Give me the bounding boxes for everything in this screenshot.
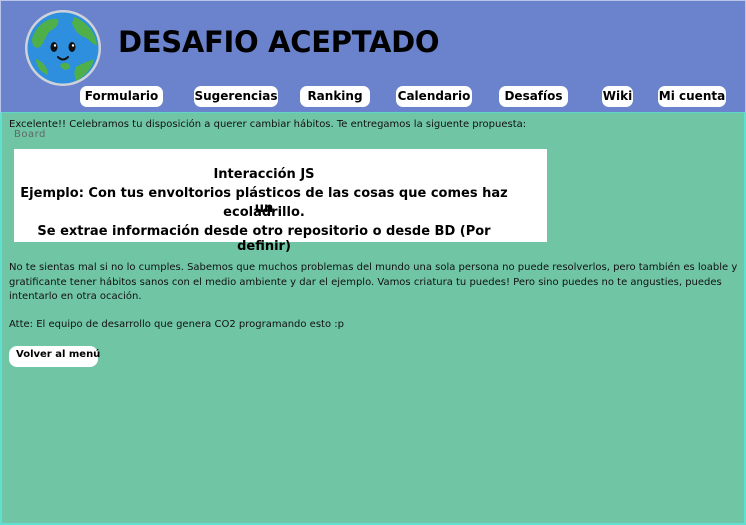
board-label: Board <box>14 129 46 140</box>
nav-sugerencias[interactable]: Sugerencias <box>194 86 278 107</box>
main-content: Excelente!! Celebramos tu disposición a … <box>0 113 746 525</box>
nav-mi-cuenta[interactable]: Mi cuenta <box>658 86 726 107</box>
nav-ranking[interactable]: Ranking <box>300 86 370 107</box>
signature-text: Atte: El equipo de desarrollo que genera… <box>9 319 344 330</box>
main-nav: Formulario Sugerencias Ranking Calendari… <box>1 86 746 108</box>
nav-formulario[interactable]: Formulario <box>80 86 163 107</box>
nav-wiki[interactable]: Wiki <box>602 86 633 107</box>
back-to-menu-button[interactable]: Volver al menú <box>9 346 100 367</box>
site-header: DESAFIO ACEPTADO Formulario Sugerencias … <box>0 0 746 114</box>
board-heading: Interacción JS <box>213 167 315 182</box>
challenge-board: Interacción JS Ejemplo: Con tus envoltor… <box>14 149 547 254</box>
encouragement-text: No te sientas mal si no lo cumples. Sabe… <box>9 262 738 302</box>
board-example-line-cont: ecoladrillo. <box>223 205 305 220</box>
board-source-note: Se extrae información desde otro reposit… <box>37 224 491 254</box>
earth-globe-smiling-icon[interactable] <box>24 9 102 87</box>
nav-desafios[interactable]: Desafíos <box>499 86 568 107</box>
site-title: DESAFIO ACEPTADO <box>118 25 440 59</box>
nav-calendario[interactable]: Calendario <box>396 86 472 107</box>
intro-text: Excelente!! Celebramos tu disposición a … <box>9 119 527 130</box>
